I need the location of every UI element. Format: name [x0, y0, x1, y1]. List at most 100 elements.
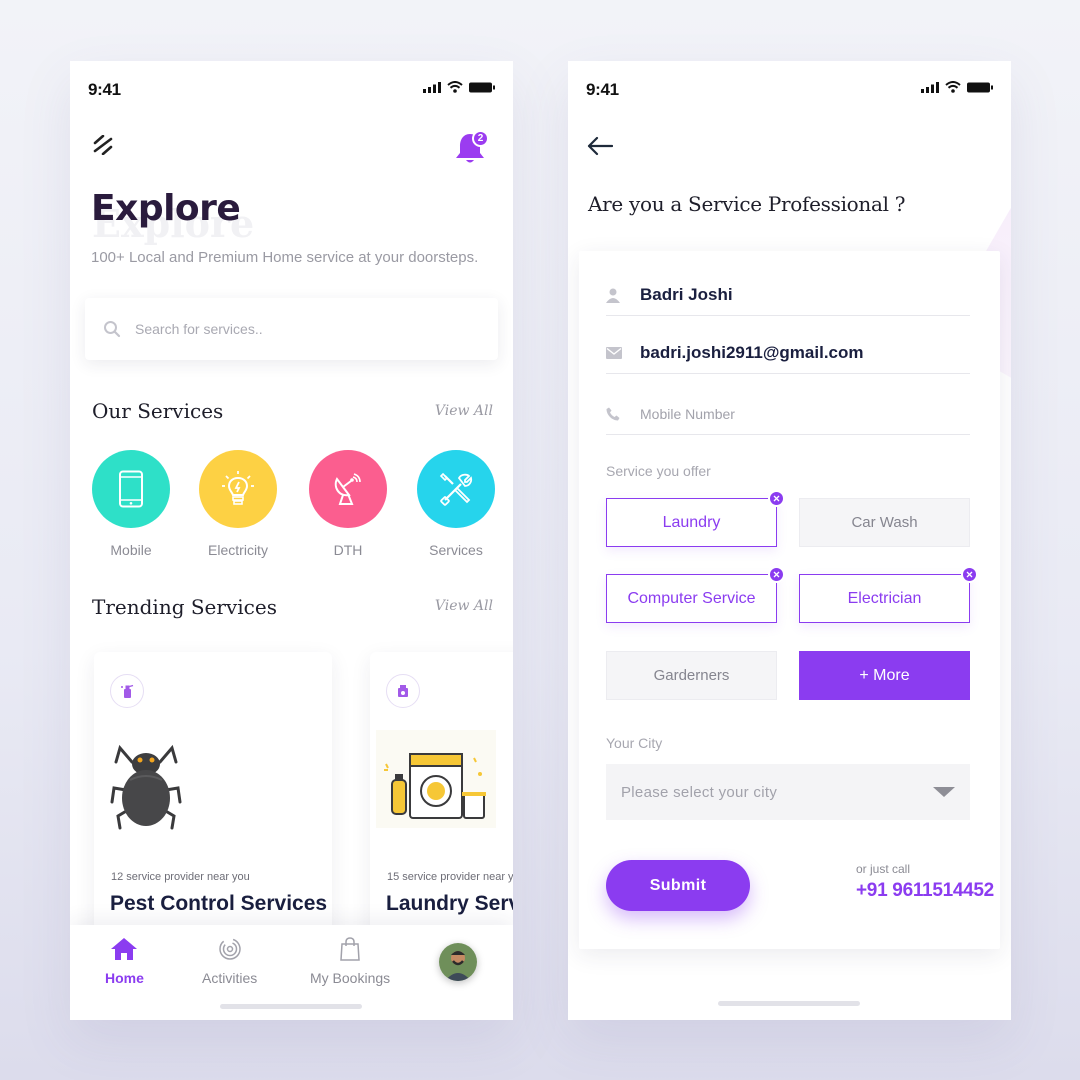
search-input[interactable] [135, 321, 435, 337]
washing-machine-illustration-icon [384, 753, 486, 819]
trending-card-pest-control[interactable]: 12 service provider near you Pest Contro… [94, 652, 332, 952]
home-indicator [220, 1004, 362, 1009]
activities-icon [218, 938, 241, 960]
lightbulb-icon [222, 471, 254, 505]
service-category-label: DTH [333, 542, 363, 558]
search-icon [104, 321, 121, 338]
nav-my-bookings[interactable]: My Bookings [310, 937, 390, 986]
chip-electrician[interactable]: Electrician [799, 566, 978, 623]
status-time: 9:41 [586, 80, 619, 99]
trending-view-all-link[interactable]: View All [435, 598, 493, 614]
notification-badge: 2 [472, 130, 489, 147]
service-category-dth[interactable]: DTH [298, 450, 398, 558]
chip-label: Computer Service [627, 589, 756, 607]
smartphone-icon [119, 470, 143, 508]
trending-services-heading: Trending Services [92, 595, 277, 619]
service-category-label: Services [429, 542, 483, 558]
service-category-services[interactable]: Services [406, 450, 506, 558]
card-category-badge [110, 674, 144, 708]
home-icon [111, 938, 138, 960]
mobile-input[interactable] [640, 405, 960, 422]
more-services-button[interactable]: + More [799, 651, 970, 700]
email-input[interactable] [640, 342, 960, 363]
chip-label: Electrician [847, 589, 922, 607]
card-category-badge [386, 674, 420, 708]
status-icons [921, 81, 993, 93]
chip-label: + More [859, 666, 910, 684]
provider-count: 15 service provider near you [387, 871, 513, 883]
avatar[interactable] [439, 943, 477, 981]
email-field[interactable] [606, 332, 970, 374]
chip-car-wash[interactable]: Car Wash [799, 498, 970, 547]
status-time: 9:41 [88, 80, 121, 99]
beetle-illustration-icon [110, 744, 182, 830]
close-icon [773, 571, 780, 578]
menu-icon[interactable] [93, 135, 113, 155]
dropdown-arrow-icon [933, 787, 955, 797]
signal-icon [921, 81, 939, 93]
page-title: Are you a Service Professional ? [588, 192, 906, 216]
city-select[interactable]: Please select your city [606, 764, 970, 820]
battery-icon [469, 82, 495, 92]
service-category-label: Electricity [208, 542, 268, 558]
page-title: Explore [91, 188, 241, 229]
user-photo-icon [439, 943, 477, 981]
service-name: Laundry Services [386, 892, 513, 915]
nav-label: Activities [202, 970, 258, 986]
or-call-label: or just call [856, 862, 911, 876]
service-circle [92, 450, 170, 528]
service-name: Pest Control Services [110, 892, 328, 915]
phone-icon [606, 407, 620, 420]
registration-form: Service you offer Laundry Car Wash Compu… [579, 251, 1000, 949]
submit-button[interactable]: Submit [606, 860, 750, 911]
contact-phone-link[interactable]: +91 9611514452 [856, 880, 994, 902]
wifi-icon [447, 81, 463, 93]
satellite-dish-icon [334, 473, 361, 505]
nav-activities[interactable]: Activities [202, 937, 257, 986]
home-indicator [718, 1001, 860, 1006]
battery-icon [967, 82, 993, 92]
our-services-heading: Our Services [92, 399, 224, 423]
user-icon [606, 288, 620, 303]
laundry-badge-icon [398, 685, 408, 697]
spray-bottle-icon [121, 684, 134, 698]
signal-icon [423, 81, 441, 93]
page-subtitle: 100+ Local and Premium Home service at y… [91, 249, 479, 266]
back-arrow-icon[interactable] [587, 136, 613, 156]
wifi-icon [945, 81, 961, 93]
chip-label: Laundry [662, 513, 721, 531]
service-circle [417, 450, 495, 528]
close-icon [966, 571, 973, 578]
service-professional-screen: 9:41 Are you a Service Professional ? Se… [568, 61, 1011, 1020]
chip-label: Car Wash [851, 514, 918, 531]
name-field[interactable] [606, 274, 970, 316]
search-bar[interactable] [85, 298, 498, 360]
provider-count: 12 service provider near you [111, 871, 250, 883]
remove-chip-button[interactable] [768, 490, 785, 507]
services-view-all-link[interactable]: View All [435, 403, 493, 419]
tools-icon [439, 472, 473, 506]
service-circle [309, 450, 387, 528]
remove-chip-button[interactable] [961, 566, 978, 583]
shopping-bag-icon [340, 937, 360, 961]
service-circle [199, 450, 277, 528]
mobile-field[interactable] [606, 393, 970, 435]
chip-gardeners[interactable]: Garderners [606, 651, 777, 700]
name-input[interactable] [640, 284, 960, 305]
service-category-electricity[interactable]: Electricity [188, 450, 288, 558]
city-placeholder: Please select your city [621, 783, 778, 801]
service-category-mobile[interactable]: Mobile [81, 450, 181, 558]
chip-computer-service[interactable]: Computer Service [606, 566, 785, 623]
services-label: Service you offer [606, 463, 711, 479]
city-label: Your City [606, 735, 663, 751]
status-icons [423, 81, 495, 93]
mail-icon [606, 346, 622, 359]
remove-chip-button[interactable] [768, 566, 785, 583]
chip-label: Garderners [653, 667, 730, 684]
service-category-label: Mobile [110, 542, 152, 558]
chip-laundry[interactable]: Laundry [606, 490, 785, 547]
nav-home[interactable]: Home [105, 937, 144, 986]
nav-label: My Bookings [310, 970, 391, 986]
trending-card-laundry[interactable]: 15 service provider near you Laundry Ser… [370, 652, 513, 952]
nav-label: Home [105, 970, 144, 986]
